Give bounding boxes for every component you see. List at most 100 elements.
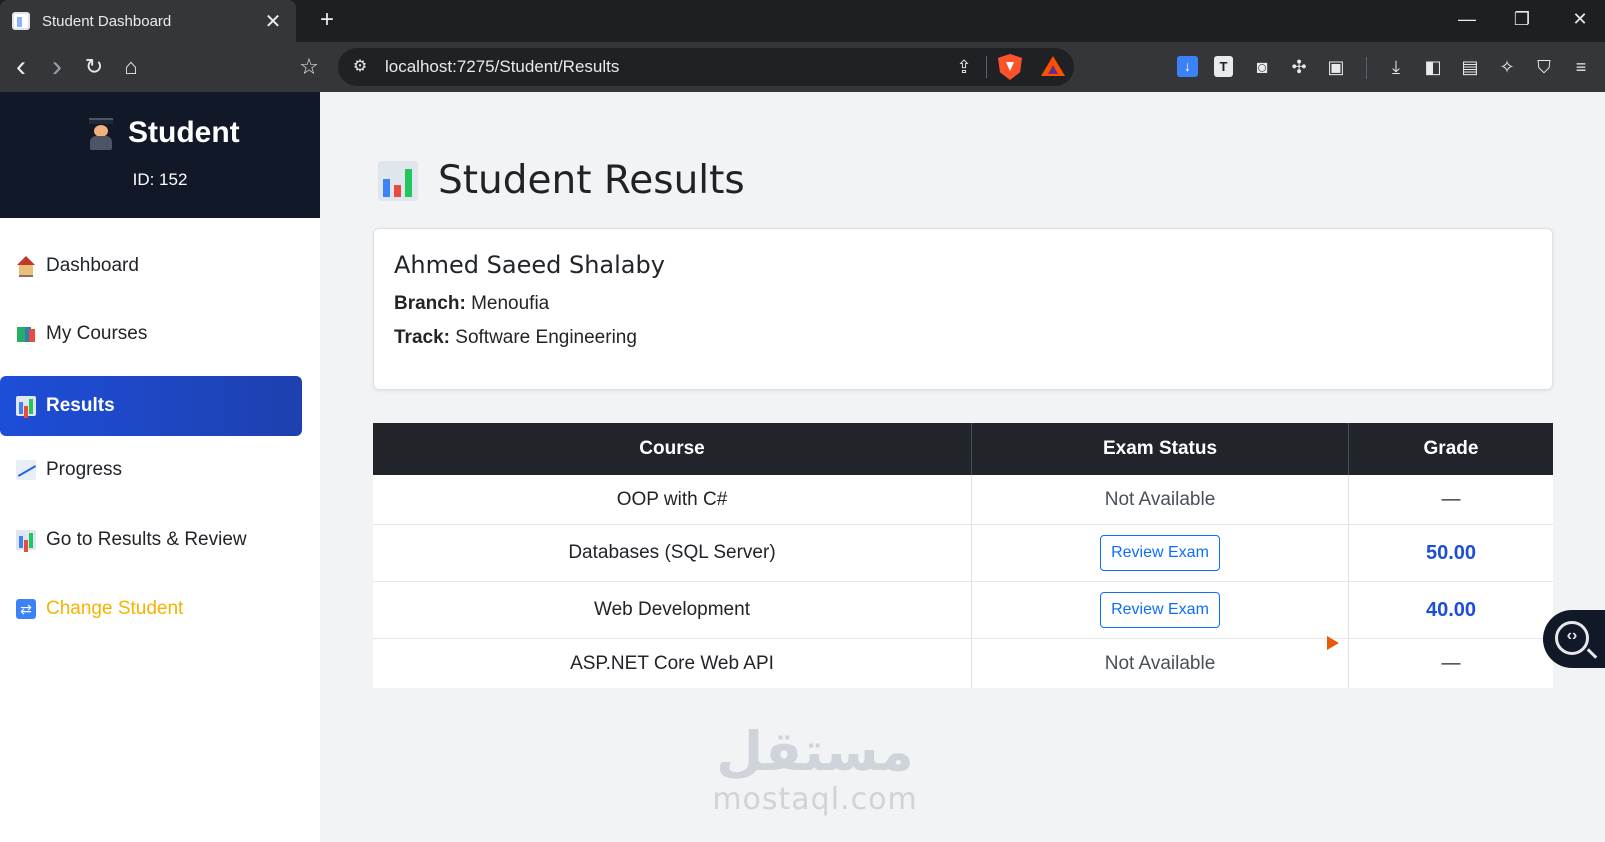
omnibox-divider [986,56,987,78]
sidebar-item-label: Change Student [46,598,184,619]
sidebar-item-results-review[interactable]: Go to Results & Review [0,510,302,570]
review-exam-button[interactable]: Review Exam [1100,535,1220,571]
code-search-float-button[interactable]: ‹› [1543,610,1605,668]
home-icon[interactable]: ⌂ [115,51,147,83]
exam-status-cell: Not Available [972,639,1349,688]
grade-cell: 40.00 [1425,598,1477,621]
grade-cell: 50.00 [1425,541,1477,564]
site-settings-icon[interactable]: ⚙ [348,55,372,79]
forward-icon[interactable]: › [41,51,73,83]
watermark-latin: mostaql.com [712,782,918,817]
table-row: Databases (SQL Server) Review Exam 50.00 [373,525,1553,582]
table-row: Web Development Review Exam 40.00 [373,582,1553,639]
graduate-icon [88,116,114,150]
column-header-course: Course [373,423,972,475]
review-exam-button[interactable]: Review Exam [1100,592,1220,628]
sidebar-item-my-courses[interactable]: My Courses [0,304,302,364]
exam-status-cell: Review Exam [972,582,1349,638]
wallet-icon[interactable]: ▤ [1455,52,1485,82]
exam-status-cell: Not Available [972,475,1349,524]
page-viewport: Student ID: 152 Dashboard My Courses Res… [0,92,1605,842]
branch-label: Branch: [394,293,466,314]
course-cell: ASP.NET Core Web API [373,639,972,688]
table-row: ASP.NET Core Web API Not Available — [373,639,1553,688]
bookmark-icon[interactable]: ☆ [293,51,325,83]
bar-chart-icon [378,160,418,201]
sidebar: Student ID: 152 Dashboard My Courses Res… [0,92,320,842]
sidebar-title: Student [128,116,240,149]
browser-tab[interactable]: Student Dashboard ✕ [0,0,296,42]
sidebar-header: Student ID: 152 [0,92,320,218]
back-icon[interactable]: ‹ [5,51,37,83]
mouse-cursor-icon [1327,636,1339,650]
page-title: Student Results [378,158,745,203]
brave-shields-icon[interactable] [998,54,1022,80]
close-window-icon[interactable]: ✕ [1563,4,1597,34]
column-header-grade: Grade [1423,438,1479,459]
chart-up-icon [16,460,36,480]
sidebar-item-label: My Courses [46,323,148,344]
course-cell: Web Development [373,582,972,638]
share-icon[interactable]: ⇪ [950,53,978,81]
browser-toolbar: ‹ › ↻ ⌂ ☆ ⚙ localhost:7275/Student/Resul… [0,42,1605,92]
restore-window-icon[interactable]: ❐ [1505,4,1539,34]
brand: Student [88,116,240,150]
vpn-shield-icon[interactable]: ⛉ [1529,52,1559,82]
student-id: ID: 152 [132,170,188,189]
sidebar-item-results[interactable]: Results [0,376,302,436]
course-cell: OOP with C# [373,475,972,524]
watermark: مستقل mostaql.com [695,720,935,818]
browser-tab-bar: Student Dashboard ✕ + — ❐ ✕ [0,0,1605,42]
sidebar-toggle-icon[interactable]: ◧ [1418,52,1448,82]
exam-status-cell: Review Exam [972,525,1349,581]
main-content: Student Results Ahmed Saeed Shalaby Bran… [320,92,1605,842]
download-extension-icon[interactable]: ↓ [1177,56,1198,77]
sidebar-item-progress[interactable]: Progress [0,440,302,500]
extensions-icon[interactable]: ✣ [1284,52,1314,82]
branch-value: Menoufia [471,293,550,314]
page-favicon-icon [12,12,30,30]
sidebar-item-label: Go to Results & Review [46,529,247,550]
sidebar-item-label: Results [46,395,115,416]
column-header-exam-status: Exam Status [972,423,1349,475]
toolbar-divider [1366,57,1367,79]
reload-icon[interactable]: ↻ [78,51,110,83]
table-row: OOP with C# Not Available — [373,475,1553,525]
camera-icon[interactable]: ◙ [1247,52,1277,82]
sidebar-item-label: Progress [46,459,123,480]
grade-cell: — [1441,488,1461,510]
table-header-row: Course Exam Status Grade [373,423,1553,475]
track-value: Software Engineering [455,327,637,348]
screen-search-icon[interactable]: ▣ [1321,52,1351,82]
sidebar-item-dashboard[interactable]: Dashboard [0,236,302,296]
sidebar-item-label: Dashboard [46,255,139,276]
branch-line: Branch: Menoufia [394,293,549,315]
course-cell: Databases (SQL Server) [373,525,972,581]
swap-icon: ⇄ [16,599,36,619]
bar-chart-icon [16,530,36,550]
watermark-arabic: مستقل [716,720,914,783]
code-brackets-icon: ‹› [1566,627,1578,644]
house-icon [16,256,36,277]
brave-rewards-icon[interactable] [1041,56,1065,76]
page-title-text: Student Results [438,158,745,203]
bar-chart-icon [16,396,36,416]
student-name: Ahmed Saeed Shalaby [394,251,665,279]
menu-icon[interactable]: ≡ [1566,52,1596,82]
text-extension-icon[interactable]: T [1214,56,1233,77]
url-text[interactable]: localhost:7275/Student/Results [385,57,619,77]
results-table: Course Exam Status Grade OOP with C# Not… [373,423,1553,688]
track-label: Track: [394,327,450,348]
track-line: Track: Software Engineering [394,327,637,349]
tab-title: Student Dashboard [42,12,172,30]
ai-assistant-icon[interactable]: ✧ [1492,52,1522,82]
student-info-card: Ahmed Saeed Shalaby Branch: Menoufia Tra… [373,228,1553,390]
close-tab-icon[interactable]: ✕ [258,9,288,34]
grade-cell: — [1441,652,1461,674]
new-tab-icon[interactable]: + [312,6,342,34]
address-bar[interactable]: ⚙ localhost:7275/Student/Results ⇪ [338,48,1074,86]
minimize-window-icon[interactable]: — [1450,4,1484,34]
books-icon [16,324,36,344]
downloads-icon[interactable]: ⤓ [1381,52,1411,82]
sidebar-item-change-student[interactable]: ⇄ Change Student [0,579,302,639]
